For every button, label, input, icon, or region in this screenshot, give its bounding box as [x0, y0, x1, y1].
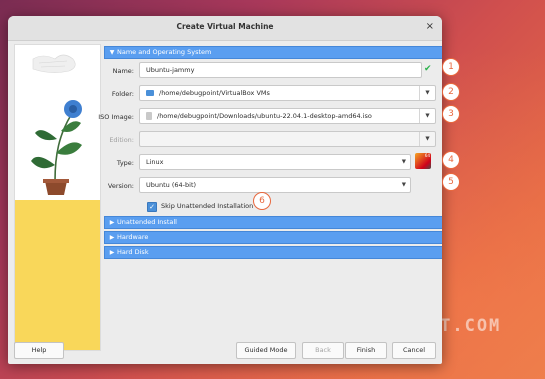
wizard-illustration	[14, 44, 101, 351]
version-select[interactable]: Ubuntu (64-bit) ▼	[139, 177, 411, 193]
iso-dropdown-button[interactable]: ▼	[419, 109, 435, 123]
version-label: Version:	[107, 182, 134, 190]
section-name-os-label: Name and Operating System	[117, 48, 212, 56]
callout-6: 6	[253, 192, 271, 210]
disc-icon	[146, 112, 152, 120]
folder-dropdown-button[interactable]: ▼	[419, 86, 435, 100]
type-label: Type:	[116, 159, 134, 167]
name-label: Name:	[112, 67, 134, 75]
section-hardware[interactable]: ▶ Hardware	[104, 231, 442, 244]
edition-select: ▼	[139, 131, 436, 147]
section-hard-disk-label: Hard Disk	[117, 248, 149, 256]
edition-dropdown-button: ▼	[419, 132, 435, 146]
skip-unattended-checkbox[interactable]: ✓	[147, 202, 157, 212]
dialog-title: Create Virtual Machine	[176, 22, 274, 31]
section-unattended[interactable]: ▶ Unattended Install	[104, 216, 442, 229]
iso-select[interactable]: /home/debugpoint/Downloads/ubuntu-22.04.…	[139, 108, 436, 124]
callout-5: 5	[442, 173, 460, 191]
callout-2: 2	[442, 83, 460, 101]
section-hard-disk[interactable]: ▶ Hard Disk	[104, 246, 442, 259]
callout-1: 1	[442, 58, 460, 76]
name-value: Ubuntu-jammy	[146, 66, 195, 74]
skip-unattended-option[interactable]: ✓ Skip Unattended Installation	[147, 200, 253, 212]
chevron-right-icon: ▶	[109, 234, 115, 241]
chevron-down-icon: ▼	[401, 182, 406, 188]
version-value: Ubuntu (64-bit)	[146, 181, 197, 189]
iso-label: ISO Image:	[98, 113, 134, 121]
chevron-down-icon: ▼	[401, 159, 406, 165]
name-input[interactable]: Ubuntu-jammy	[139, 62, 422, 78]
callout-4: 4	[442, 151, 460, 169]
os-bitness-text: 64	[424, 153, 430, 158]
chevron-right-icon: ▶	[109, 219, 115, 226]
section-hardware-label: Hardware	[117, 233, 149, 241]
create-vm-dialog: Create Virtual Machine × ▼ Name and Opera…	[8, 16, 442, 364]
type-select[interactable]: Linux ▼	[139, 154, 411, 170]
titlebar[interactable]: Create Virtual Machine ×	[8, 16, 442, 41]
callout-3: 3	[442, 105, 460, 123]
plant-illustration	[31, 54, 82, 195]
back-button: Back	[302, 342, 344, 359]
valid-check-icon: ✔	[424, 64, 432, 74]
chevron-right-icon: ▶	[109, 249, 115, 256]
folder-icon	[146, 90, 154, 96]
iso-value: /home/debugpoint/Downloads/ubuntu-22.04.…	[157, 112, 372, 120]
guided-mode-button[interactable]: Guided Mode	[236, 342, 296, 359]
section-unattended-label: Unattended Install	[117, 218, 177, 226]
help-button[interactable]: Help	[14, 342, 64, 359]
skip-unattended-label: Skip Unattended Installation	[161, 202, 254, 210]
edition-label: Edition:	[109, 136, 134, 144]
folder-label: Folder:	[111, 90, 134, 98]
cancel-button[interactable]: Cancel	[392, 342, 436, 359]
chevron-down-icon: ▼	[109, 49, 115, 56]
ubuntu-os-icon: 64	[415, 153, 431, 169]
type-value: Linux	[146, 158, 164, 166]
close-icon[interactable]: ×	[426, 21, 434, 32]
folder-value: /home/debugpoint/VirtualBox VMs	[159, 89, 270, 97]
section-name-os[interactable]: ▼ Name and Operating System	[104, 46, 442, 59]
folder-select[interactable]: /home/debugpoint/VirtualBox VMs ▼	[139, 85, 436, 101]
finish-button[interactable]: Finish	[345, 342, 387, 359]
